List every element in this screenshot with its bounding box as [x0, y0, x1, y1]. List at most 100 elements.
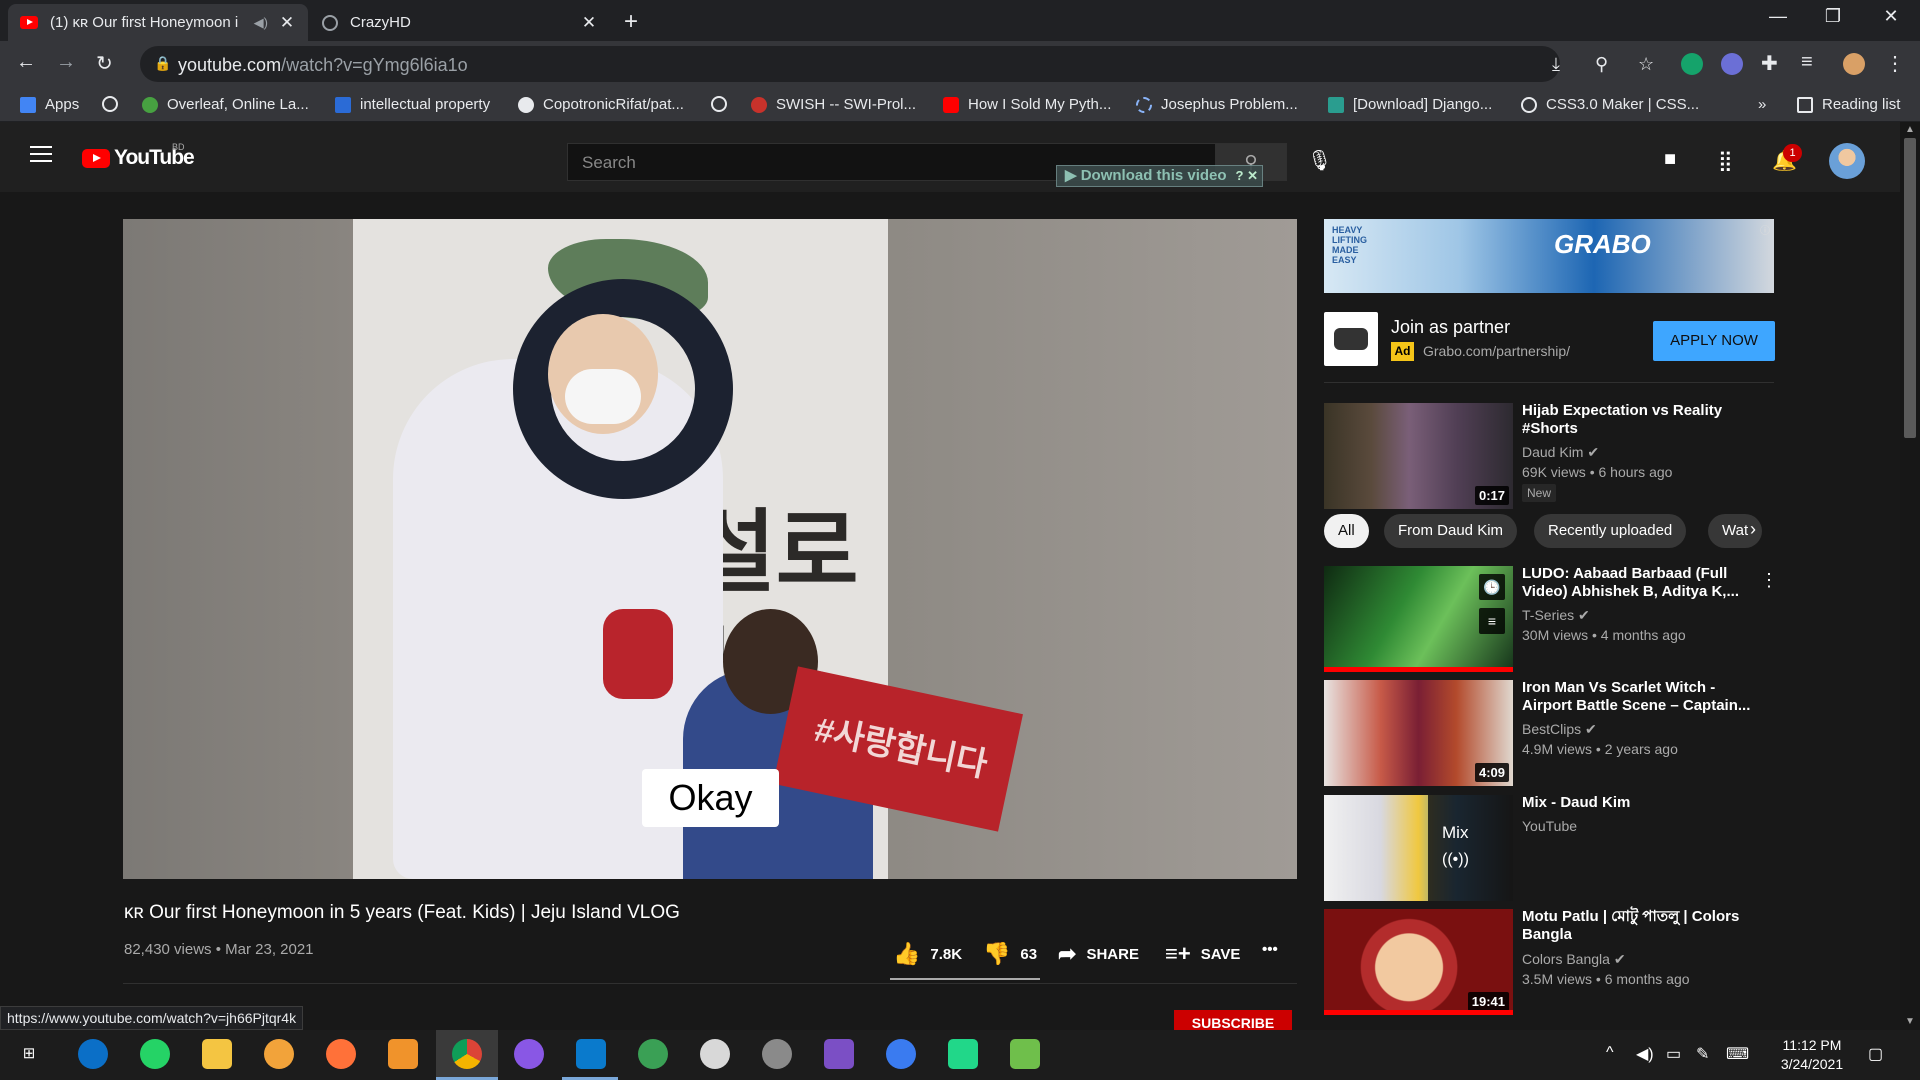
- windows-start-icon[interactable]: ⊞: [14, 1039, 44, 1069]
- bookmark-github[interactable]: CopotronicRifat/pat...: [518, 96, 684, 113]
- speaker-icon[interactable]: ◀): [254, 15, 268, 31]
- bookmarks-overflow-icon[interactable]: »: [1758, 96, 1766, 113]
- close-tab-icon[interactable]: ✕: [278, 13, 296, 33]
- guide-menu-icon[interactable]: [30, 146, 52, 167]
- chrome-menu-icon[interactable]: ⋮: [1885, 51, 1905, 76]
- bookmark-overleaf[interactable]: Overleaf, Online La...: [142, 96, 309, 113]
- more-options-icon[interactable]: ⋮: [1760, 570, 1778, 591]
- apps-grid-icon[interactable]: ⣿: [1718, 148, 1733, 173]
- related-thumbnail[interactable]: Mix ((•)): [1324, 795, 1513, 901]
- related-channel[interactable]: YouTube: [1522, 818, 1577, 834]
- app-icon[interactable]: [638, 1039, 668, 1069]
- scrollbar-thumb[interactable]: [1904, 138, 1916, 438]
- close-window-icon[interactable]: ✕: [1868, 6, 1914, 27]
- watch-later-icon[interactable]: 🕒: [1479, 574, 1505, 600]
- related-title[interactable]: LUDO: Aabaad Barbaad (Full Video) Abhish…: [1522, 565, 1762, 601]
- app-icon[interactable]: [1010, 1039, 1040, 1069]
- scroll-up-icon[interactable]: ▲: [1905, 124, 1915, 135]
- apply-now-button[interactable]: APPLY NOW: [1653, 321, 1775, 361]
- related-thumbnail[interactable]: 19:41: [1324, 909, 1513, 1015]
- tray-chevron-up-icon[interactable]: ^: [1606, 1044, 1614, 1062]
- dislike-button[interactable]: 👎 63: [983, 941, 1037, 967]
- chip-from-daud-kim[interactable]: From Daud Kim: [1384, 514, 1518, 548]
- bookmark-django[interactable]: [Download] Django...: [1328, 96, 1492, 113]
- related-title[interactable]: Hijab Expectation vs Reality #Shorts: [1522, 402, 1762, 438]
- new-tab-icon[interactable]: +: [624, 8, 638, 36]
- youtube-logo-icon[interactable]: [82, 149, 110, 168]
- volume-icon[interactable]: ◀): [1636, 1044, 1654, 1064]
- sublime-icon[interactable]: [388, 1039, 418, 1069]
- related-channel[interactable]: T-Series ✔: [1522, 607, 1590, 624]
- action-center-icon[interactable]: ▢: [1868, 1044, 1883, 1064]
- chip-recently-uploaded[interactable]: Recently uploaded: [1534, 514, 1687, 548]
- bookmark-css-maker[interactable]: CSS3.0 Maker | CSS...: [1521, 96, 1699, 113]
- more-actions-icon[interactable]: •••: [1262, 941, 1278, 958]
- reload-icon[interactable]: ↻: [96, 51, 113, 76]
- download-close-icon[interactable]: ? ✕: [1236, 166, 1258, 186]
- messenger-icon[interactable]: [886, 1039, 916, 1069]
- like-button[interactable]: 👍 7.8K: [893, 941, 962, 967]
- tab-youtube[interactable]: (1) ᴋʀ Our first Honeymoon i ◀) ✕: [8, 4, 308, 41]
- subscribe-button[interactable]: SUBSCRIBE: [1174, 1010, 1292, 1030]
- chevron-right-icon[interactable]: ›: [1750, 519, 1756, 540]
- account-avatar[interactable]: [1829, 143, 1865, 179]
- grammarly-extension-icon[interactable]: [1681, 53, 1703, 75]
- related-thumbnail[interactable]: 🕒 ≡: [1324, 566, 1513, 672]
- bookmark-josephus[interactable]: Josephus Problem...: [1136, 96, 1298, 113]
- extensions-puzzle-icon[interactable]: ✚: [1761, 51, 1778, 76]
- bookmark-globe[interactable]: [102, 96, 127, 112]
- ad-title[interactable]: Join as partner: [1391, 317, 1510, 338]
- network-icon[interactable]: ▭: [1666, 1044, 1681, 1064]
- related-channel[interactable]: BestClips ✔: [1522, 721, 1597, 738]
- bookmark-youtube[interactable]: How I Sold My Pyth...: [943, 96, 1111, 113]
- forward-icon[interactable]: →: [56, 51, 76, 74]
- related-channel[interactable]: Daud Kim ✔: [1522, 444, 1599, 461]
- pen-icon[interactable]: ✎: [1696, 1044, 1709, 1064]
- download-video-button[interactable]: ▶ Download this video? ✕: [1056, 165, 1263, 187]
- edge-icon[interactable]: [78, 1039, 108, 1069]
- related-thumbnail[interactable]: 0:17: [1324, 403, 1513, 509]
- restore-icon[interactable]: ❐: [1810, 6, 1856, 27]
- scroll-down-icon[interactable]: ▼: [1905, 1016, 1915, 1027]
- page-scrollbar[interactable]: ▲ ▼: [1900, 122, 1920, 1030]
- chip-all[interactable]: All: [1324, 514, 1369, 548]
- visual-studio-icon[interactable]: [824, 1039, 854, 1069]
- bookmark-swish[interactable]: SWISH -- SWI-Prol...: [751, 96, 916, 113]
- save-button[interactable]: ≡+ SAVE: [1165, 941, 1240, 967]
- back-icon[interactable]: ←: [16, 51, 36, 74]
- chrome-icon[interactable]: [452, 1039, 482, 1069]
- ad-info-icon[interactable]: ⓘ: [1760, 222, 1770, 237]
- reading-list-button[interactable]: Reading list: [1797, 96, 1900, 113]
- install-icon[interactable]: ⤓: [1552, 54, 1560, 75]
- keyboard-icon[interactable]: ⌨: [1726, 1044, 1749, 1064]
- lock-icon[interactable]: 🔒: [154, 55, 171, 72]
- create-video-icon[interactable]: ■: [1664, 148, 1676, 171]
- bookmark-apps[interactable]: Apps: [20, 96, 79, 113]
- bookmark-globe-2[interactable]: [711, 96, 736, 112]
- firefox-icon[interactable]: [326, 1039, 356, 1069]
- related-thumbnail[interactable]: 4:09: [1324, 680, 1513, 786]
- close-tab-icon[interactable]: ✕: [580, 13, 598, 33]
- related-title[interactable]: Iron Man Vs Scarlet Witch - Airport Batt…: [1522, 679, 1762, 715]
- related-title[interactable]: Motu Patlu | মোটু পাতলু | Colors Bangla: [1522, 908, 1762, 944]
- ad-banner-image[interactable]: HEAVY LIFTING MADE EASY GRABO ⓘ: [1324, 219, 1774, 293]
- vpn-extension-icon[interactable]: [1721, 53, 1743, 75]
- pycharm-icon[interactable]: [948, 1039, 978, 1069]
- bookmark-star-icon[interactable]: ☆: [1638, 54, 1654, 75]
- address-bar[interactable]: 🔒 youtube.com/watch?v=gYmg6l6ia1o ⤓ ⚲ ☆: [140, 46, 1654, 82]
- vscode-icon[interactable]: [576, 1039, 606, 1069]
- minimize-icon[interactable]: —: [1755, 6, 1801, 27]
- zoom-icon[interactable]: ⚲: [1595, 54, 1608, 75]
- add-to-queue-icon[interactable]: ≡: [1479, 608, 1505, 634]
- bookmark-intellectual-property[interactable]: intellectual property: [335, 96, 490, 113]
- brave-icon[interactable]: [264, 1039, 294, 1069]
- tab-crazyhd[interactable]: CrazyHD ✕: [310, 4, 610, 41]
- related-channel[interactable]: Colors Bangla ✔: [1522, 951, 1626, 968]
- voice-search-icon[interactable]: 🎙: [1307, 148, 1332, 173]
- advertiser-logo[interactable]: [1324, 312, 1378, 366]
- video-player[interactable]: 설로 LLO #사랑합니다 Okay: [123, 219, 1297, 879]
- media-controls-icon[interactable]: ≡: [1801, 51, 1813, 74]
- file-explorer-icon[interactable]: [202, 1039, 232, 1069]
- whatsapp-icon[interactable]: [140, 1039, 170, 1069]
- app-icon[interactable]: [762, 1039, 792, 1069]
